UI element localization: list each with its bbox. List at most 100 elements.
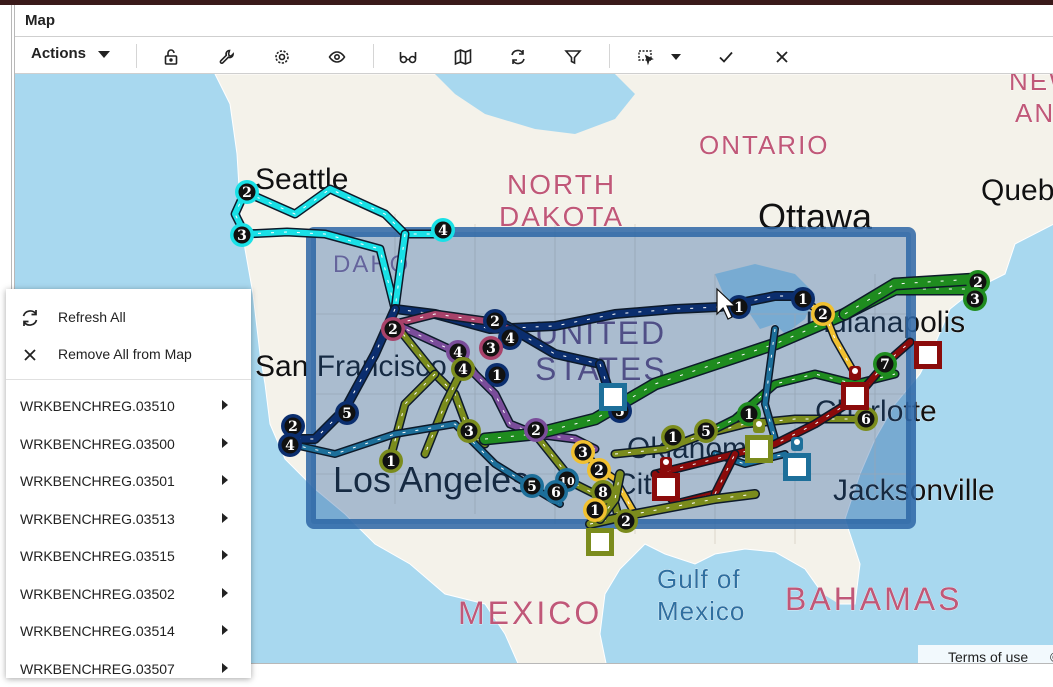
toolbar-separator: [373, 44, 374, 68]
region-label: NEW: [1009, 74, 1053, 96]
svg-text:1: 1: [734, 300, 744, 316]
stop-sequence-marker[interactable]: 1: [661, 425, 685, 449]
refresh-all-menu-item[interactable]: Refresh All: [6, 299, 251, 335]
visibility-button[interactable]: [324, 44, 350, 70]
route-label: WRKBENCHREG.03502: [20, 586, 175, 602]
stop-sequence-marker[interactable]: 1: [583, 498, 607, 522]
stop-sequence-marker[interactable]: 4: [431, 218, 455, 242]
region-label: AN: [1015, 98, 1053, 128]
menu-item-label: Remove All from Map: [58, 346, 192, 362]
region-label: NORTH: [507, 169, 616, 200]
svg-text:5: 5: [342, 406, 352, 422]
map-layers-button[interactable]: [450, 44, 476, 70]
stop-sequence-marker[interactable]: 7: [873, 352, 897, 376]
route-submenu-item[interactable]: WRKBENCHREG.03510: [6, 388, 251, 424]
svg-text:2: 2: [818, 307, 828, 323]
cancel-button[interactable]: [769, 44, 795, 70]
svg-text:1: 1: [744, 407, 754, 423]
unlock-icon: [164, 49, 178, 65]
stop-sequence-marker[interactable]: 1: [485, 363, 509, 387]
svg-text:2: 2: [531, 423, 541, 439]
chevron-down-icon: [671, 54, 681, 60]
stop-sequence-marker[interactable]: 5: [335, 401, 359, 425]
svg-text:4: 4: [505, 331, 515, 347]
region-label: ONTARIO: [699, 130, 830, 160]
stop-sequence-marker[interactable]: 2: [235, 180, 259, 204]
stop-sequence-marker[interactable]: 6: [854, 407, 878, 431]
svg-text:2: 2: [388, 322, 398, 338]
confirm-button[interactable]: [713, 44, 739, 70]
map-icon: [454, 48, 472, 66]
chevron-right-icon: [222, 475, 228, 485]
route-submenu-item[interactable]: WRKBENCHREG.03507: [6, 651, 251, 687]
filter-button[interactable]: [560, 44, 586, 70]
stop-sequence-marker[interactable]: 5: [694, 419, 718, 443]
depot-marker[interactable]: [586, 528, 614, 556]
glasses-icon: [399, 52, 417, 64]
stop-sequence-marker[interactable]: 2: [811, 302, 835, 326]
stop-sequence-marker[interactable]: 2: [524, 418, 548, 442]
selection-tool-button[interactable]: [633, 44, 659, 70]
toolbar-separator: [609, 44, 610, 68]
stop-sequence-marker[interactable]: 2: [587, 458, 611, 482]
menu-divider: [6, 379, 251, 380]
stop-sequence-marker[interactable]: 1: [379, 449, 403, 473]
svg-text:1: 1: [590, 503, 600, 519]
stop-sequence-marker[interactable]: 4: [278, 433, 302, 457]
glasses-button[interactable]: [395, 44, 421, 70]
svg-text:3: 3: [578, 445, 588, 461]
stop-sequence-marker[interactable]: 2: [614, 509, 638, 533]
stop-sequence-marker[interactable]: 5: [520, 474, 544, 498]
actions-label: Actions: [31, 45, 87, 62]
refresh-button[interactable]: [505, 44, 531, 70]
route-label: WRKBENCHREG.03500: [20, 436, 175, 452]
settings-wrench-button[interactable]: [214, 44, 240, 70]
svg-text:8: 8: [598, 485, 608, 501]
route-submenu-item[interactable]: WRKBENCHREG.03515: [6, 538, 251, 574]
svg-text:3: 3: [486, 341, 496, 357]
stop-sequence-marker[interactable]: 1: [791, 287, 815, 311]
route-submenu-item[interactable]: WRKBENCHREG.03513: [6, 501, 251, 537]
chevron-right-icon: [222, 438, 228, 448]
svg-text:2: 2: [288, 419, 298, 435]
water-label: Mexico: [657, 596, 745, 626]
unlock-button[interactable]: [158, 44, 184, 70]
chevron-right-icon: [222, 588, 228, 598]
actions-menu-button[interactable]: Actions: [31, 45, 111, 67]
route-submenu-item[interactable]: WRKBENCHREG.03514: [6, 613, 251, 649]
stop-sequence-marker[interactable]: 2: [381, 317, 405, 341]
chevron-right-icon: [222, 513, 228, 523]
svg-text:7: 7: [880, 357, 890, 373]
stop-sequence-marker[interactable]: 3: [230, 223, 254, 247]
svg-text:4: 4: [285, 438, 295, 454]
svg-text:3: 3: [464, 424, 474, 440]
stop-sequence-marker[interactable]: 4: [451, 357, 475, 381]
depot-marker[interactable]: [914, 341, 942, 369]
route-label: WRKBENCHREG.03507: [20, 661, 175, 677]
stop-sequence-marker[interactable]: 6: [544, 480, 568, 504]
gear-button[interactable]: [269, 44, 295, 70]
route-label: WRKBENCHREG.03513: [20, 511, 175, 527]
depot-marker[interactable]: [599, 383, 627, 411]
title-bar: Map: [15, 5, 1053, 37]
menu-item-label: Refresh All: [58, 309, 126, 325]
svg-text:3: 3: [970, 292, 980, 308]
route-submenu-item[interactable]: WRKBENCHREG.03501: [6, 463, 251, 499]
stop-sequence-marker[interactable]: 3: [457, 419, 481, 443]
stop-sequence-marker[interactable]: 3: [963, 287, 987, 311]
svg-text:1: 1: [668, 430, 678, 446]
route-label: WRKBENCHREG.03515: [20, 548, 175, 564]
context-menu: Refresh All Remove All from Map WRKBENCH…: [6, 289, 251, 678]
selection-icon: [638, 50, 654, 66]
country-label: BAHAMAS: [785, 581, 962, 617]
selection-dropdown-button[interactable]: [663, 44, 689, 70]
stop-sequence-marker[interactable]: 3: [571, 440, 595, 464]
svg-text:2: 2: [594, 463, 604, 479]
stop-sequence-marker[interactable]: 3: [479, 336, 503, 360]
country-label: MEXICO: [458, 595, 602, 631]
route-submenu-item[interactable]: WRKBENCHREG.03500: [6, 426, 251, 462]
route-submenu-item[interactable]: WRKBENCHREG.03502: [6, 576, 251, 612]
toolbar-separator: [136, 44, 137, 68]
chevron-right-icon: [222, 400, 228, 410]
remove-all-menu-item[interactable]: Remove All from Map: [6, 336, 251, 372]
